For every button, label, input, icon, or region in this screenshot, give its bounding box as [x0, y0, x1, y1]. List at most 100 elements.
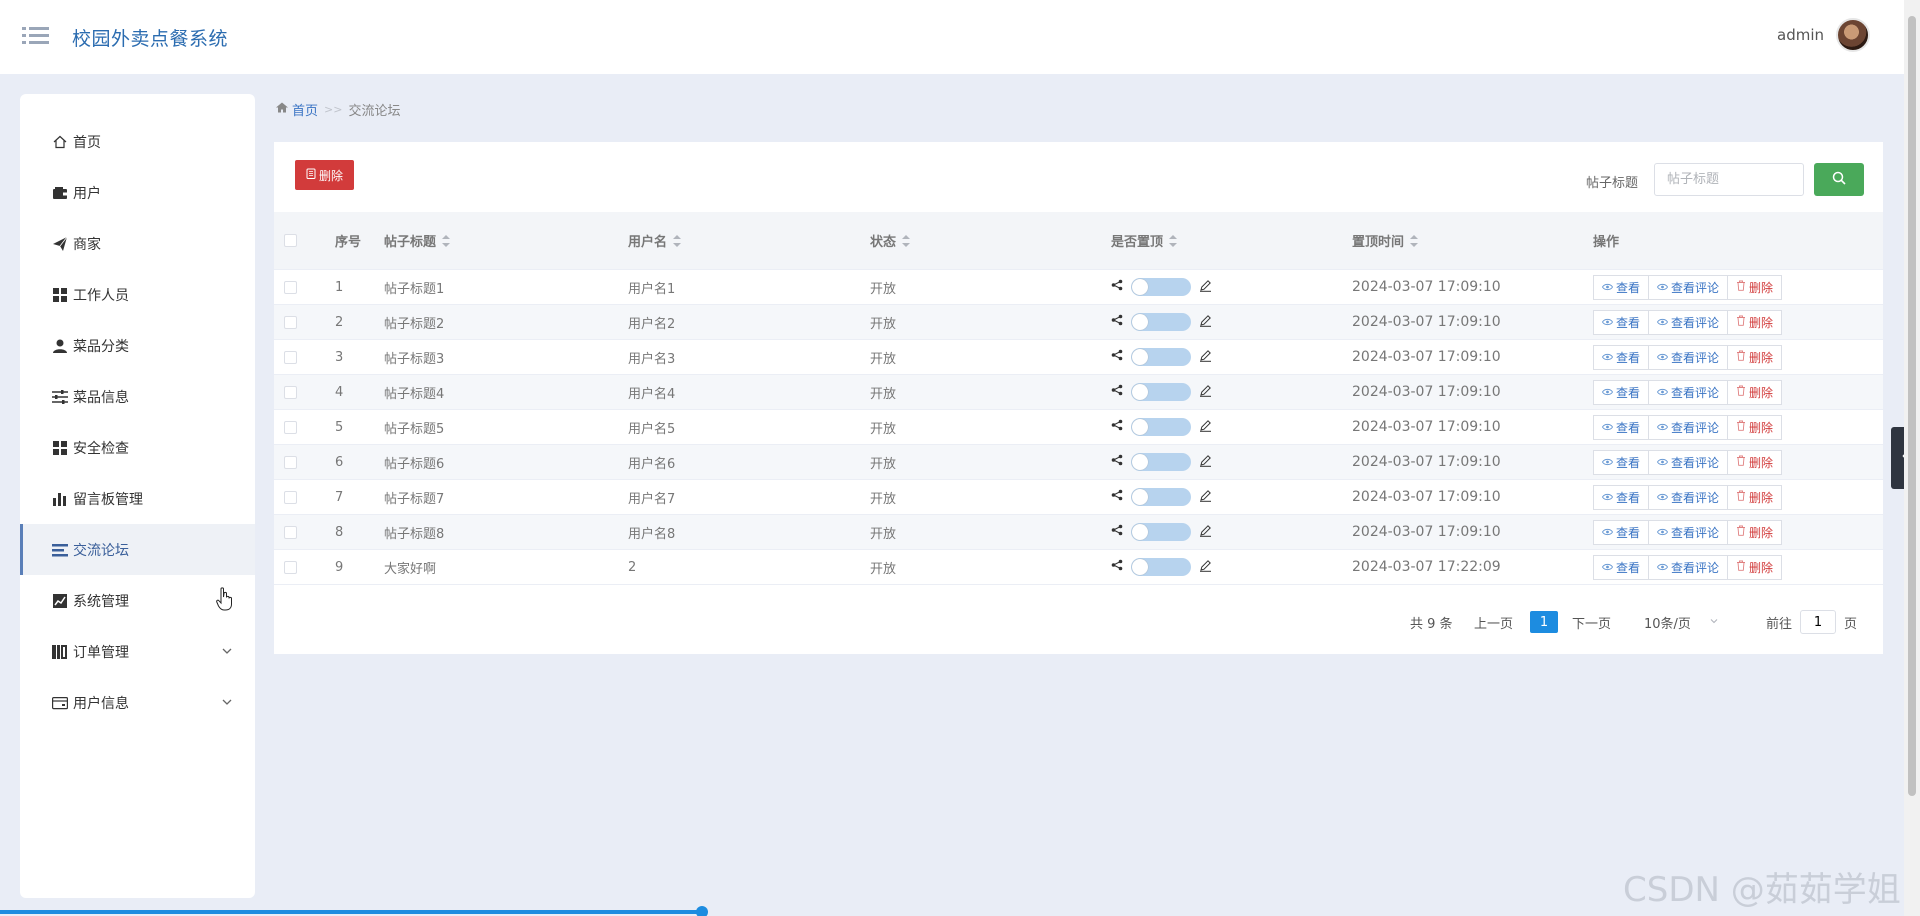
row-checkbox[interactable] — [284, 385, 297, 399]
view-comments-button[interactable]: 查看评论 — [1648, 484, 1729, 510]
view-button[interactable]: 查看 — [1593, 554, 1650, 580]
select-all-checkbox[interactable] — [284, 234, 297, 247]
view-comments-button[interactable]: 查看评论 — [1648, 309, 1729, 335]
view-button[interactable]: 查看 — [1593, 274, 1650, 300]
page-size-select[interactable]: 10条/页 — [1644, 607, 1719, 637]
sidebar-item-message-board[interactable]: 留言板管理 — [20, 473, 255, 524]
edit-icon[interactable] — [1199, 279, 1212, 296]
pinned-toggle[interactable] — [1131, 488, 1191, 506]
row-checkbox[interactable] — [284, 525, 297, 539]
column-header-title[interactable]: 帖子标题 — [384, 212, 451, 269]
pinned-toggle[interactable] — [1131, 383, 1191, 401]
sidebar-item-orders[interactable]: 订单管理 — [20, 626, 255, 677]
pinned-toggle[interactable] — [1131, 523, 1191, 541]
edit-icon[interactable] — [1199, 524, 1212, 541]
row-select-cell[interactable] — [284, 550, 297, 584]
edit-icon[interactable] — [1199, 559, 1212, 576]
view-button[interactable]: 查看 — [1593, 449, 1650, 475]
sort-icon[interactable] — [902, 234, 911, 247]
share-icon[interactable] — [1111, 279, 1123, 295]
view-button[interactable]: 查看 — [1593, 414, 1650, 440]
row-checkbox[interactable] — [284, 315, 297, 329]
delete-button[interactable]: 删除 — [1727, 484, 1783, 510]
view-comments-button[interactable]: 查看评论 — [1648, 379, 1729, 405]
username[interactable]: admin — [1777, 26, 1824, 44]
sidebar-item-users[interactable]: 用户 — [20, 167, 255, 218]
pagination-next[interactable]: 下一页 — [1572, 607, 1611, 637]
edit-icon[interactable] — [1199, 384, 1212, 401]
view-comments-button[interactable]: 查看评论 — [1648, 519, 1729, 545]
delete-button[interactable]: 删除 — [1727, 274, 1783, 300]
share-icon[interactable] — [1111, 349, 1123, 365]
sidebar-item-staff[interactable]: 工作人员 — [20, 269, 255, 320]
column-header-pinned-time[interactable]: 置顶时间 — [1352, 212, 1419, 269]
search-input[interactable] — [1654, 163, 1804, 196]
delete-button[interactable]: 删除 — [1727, 519, 1783, 545]
sidebar-item-dish-category[interactable]: 菜品分类 — [20, 320, 255, 371]
sidebar-item-safety-check[interactable]: 安全检查 — [20, 422, 255, 473]
row-checkbox[interactable] — [284, 560, 297, 574]
progress-handle[interactable] — [696, 906, 708, 916]
delete-button[interactable]: 删除 — [1727, 379, 1783, 405]
row-checkbox[interactable] — [284, 280, 297, 294]
row-select-cell[interactable] — [284, 270, 297, 304]
user-menu[interactable]: admin — [1777, 18, 1870, 52]
view-button[interactable]: 查看 — [1593, 309, 1650, 335]
row-checkbox[interactable] — [284, 420, 297, 434]
view-button[interactable]: 查看 — [1593, 379, 1650, 405]
sidebar-item-forum[interactable]: 交流论坛 — [20, 524, 255, 575]
pagination-current-page[interactable]: 1 — [1530, 611, 1558, 633]
row-checkbox[interactable] — [284, 490, 297, 504]
delete-button[interactable]: 删除 — [1727, 344, 1783, 370]
row-select-cell[interactable] — [284, 410, 297, 444]
sort-icon[interactable] — [1169, 234, 1178, 247]
edit-icon[interactable] — [1199, 314, 1212, 331]
row-select-cell[interactable] — [284, 445, 297, 479]
pinned-toggle[interactable] — [1131, 278, 1191, 296]
sidebar-item-dish-info[interactable]: 菜品信息 — [20, 371, 255, 422]
breadcrumb-home-label[interactable]: 首页 — [292, 100, 318, 119]
edit-icon[interactable] — [1199, 489, 1212, 506]
row-select-cell[interactable] — [284, 480, 297, 514]
delete-button[interactable]: 删除 — [1727, 309, 1783, 335]
pinned-toggle[interactable] — [1131, 453, 1191, 471]
column-header-username[interactable]: 用户名 — [628, 212, 682, 269]
row-select-cell[interactable] — [284, 340, 297, 374]
goto-page-input[interactable] — [1800, 610, 1837, 634]
batch-delete-button[interactable]: 删除 — [295, 160, 354, 190]
edit-icon[interactable] — [1199, 454, 1212, 471]
row-checkbox[interactable] — [284, 350, 297, 364]
menu-toggle-icon[interactable] — [22, 25, 50, 47]
column-header-status[interactable]: 状态 — [870, 212, 911, 269]
scrollbar-thumb[interactable] — [1908, 16, 1916, 796]
sidebar-item-home[interactable]: 首页 — [20, 116, 255, 167]
pinned-toggle[interactable] — [1131, 558, 1191, 576]
select-all-cell[interactable] — [284, 212, 297, 269]
pinned-toggle[interactable] — [1131, 348, 1191, 366]
view-comments-button[interactable]: 查看评论 — [1648, 344, 1729, 370]
share-icon[interactable] — [1111, 454, 1123, 470]
view-comments-button[interactable]: 查看评论 — [1648, 554, 1729, 580]
delete-button[interactable]: 删除 — [1727, 554, 1783, 580]
edit-icon[interactable] — [1199, 349, 1212, 366]
row-checkbox[interactable] — [284, 455, 297, 469]
view-comments-button[interactable]: 查看评论 — [1648, 449, 1729, 475]
view-comments-button[interactable]: 查看评论 — [1648, 274, 1729, 300]
view-comments-button[interactable]: 查看评论 — [1648, 414, 1729, 440]
view-button[interactable]: 查看 — [1593, 484, 1650, 510]
pagination-prev[interactable]: 上一页 — [1474, 607, 1513, 637]
share-icon[interactable] — [1111, 489, 1123, 505]
row-select-cell[interactable] — [284, 305, 297, 339]
page-scrollbar[interactable] — [1904, 0, 1920, 916]
row-select-cell[interactable] — [284, 515, 297, 549]
view-button[interactable]: 查看 — [1593, 344, 1650, 370]
share-icon[interactable] — [1111, 384, 1123, 400]
share-icon[interactable] — [1111, 559, 1123, 575]
sidebar-item-user-info[interactable]: 用户信息 — [20, 677, 255, 728]
sidebar-item-merchants[interactable]: 商家 — [20, 218, 255, 269]
column-header-pinned[interactable]: 是否置顶 — [1111, 212, 1178, 269]
sort-icon[interactable] — [442, 234, 451, 247]
share-icon[interactable] — [1111, 419, 1123, 435]
row-select-cell[interactable] — [284, 375, 297, 409]
breadcrumb-home[interactable]: 首页 — [276, 100, 318, 119]
